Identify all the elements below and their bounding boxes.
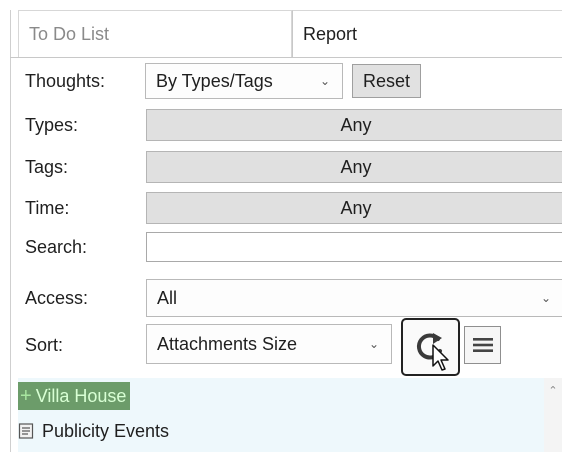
tab-to-do-list[interactable]: To Do List xyxy=(18,10,292,57)
access-dropdown-value: All xyxy=(157,287,178,308)
thoughts-label: Thoughts: xyxy=(25,70,106,91)
tab-divider xyxy=(10,57,562,58)
types-selector[interactable]: Any xyxy=(146,109,562,141)
tab-to-do-list-label: To Do List xyxy=(29,23,110,44)
plus-icon: + xyxy=(20,384,32,407)
types-value: Any xyxy=(340,114,372,135)
chevron-down-icon: ⌄ xyxy=(319,74,330,88)
mouse-pointer-icon xyxy=(432,344,449,371)
search-label: Search: xyxy=(25,236,88,257)
search-input[interactable] xyxy=(146,232,562,262)
scroll-up-icon[interactable]: ⌃ xyxy=(544,384,562,397)
access-dropdown[interactable]: All ⌄ xyxy=(146,279,562,317)
list-item-villa-house[interactable]: + Villa House xyxy=(18,382,131,410)
list-item-label: Publicity Events xyxy=(42,420,170,441)
results-scrollbar[interactable]: ⌃ xyxy=(544,378,562,452)
panel-left-border xyxy=(10,10,11,452)
tab-report[interactable]: Report xyxy=(292,10,562,57)
chevron-down-icon: ⌄ xyxy=(368,337,379,351)
types-label: Types: xyxy=(25,114,79,135)
chevron-down-icon: ⌄ xyxy=(540,291,551,305)
tags-label: Tags: xyxy=(25,156,69,177)
tab-report-label: Report xyxy=(303,23,358,44)
reset-button[interactable]: Reset xyxy=(352,64,421,98)
sort-dropdown-value: Attachments Size xyxy=(157,333,298,354)
list-item-label: Villa House xyxy=(35,385,127,406)
time-label: Time: xyxy=(25,197,70,218)
reset-button-label: Reset xyxy=(362,70,411,91)
access-label: Access: xyxy=(25,287,89,308)
sort-label: Sort: xyxy=(25,334,64,355)
tags-selector[interactable]: Any xyxy=(146,151,562,183)
document-icon xyxy=(18,423,34,439)
sort-dropdown[interactable]: Attachments Size ⌄ xyxy=(146,324,392,364)
time-value: Any xyxy=(340,197,372,218)
thoughts-dropdown[interactable]: By Types/Tags ⌄ xyxy=(145,63,343,99)
menu-button[interactable] xyxy=(464,326,501,364)
list-item-publicity-events[interactable]: Publicity Events xyxy=(18,416,169,446)
time-selector[interactable]: Any xyxy=(146,192,562,224)
tags-value: Any xyxy=(340,156,372,177)
hamburger-icon xyxy=(472,338,493,352)
thoughts-dropdown-value: By Types/Tags xyxy=(156,70,273,91)
